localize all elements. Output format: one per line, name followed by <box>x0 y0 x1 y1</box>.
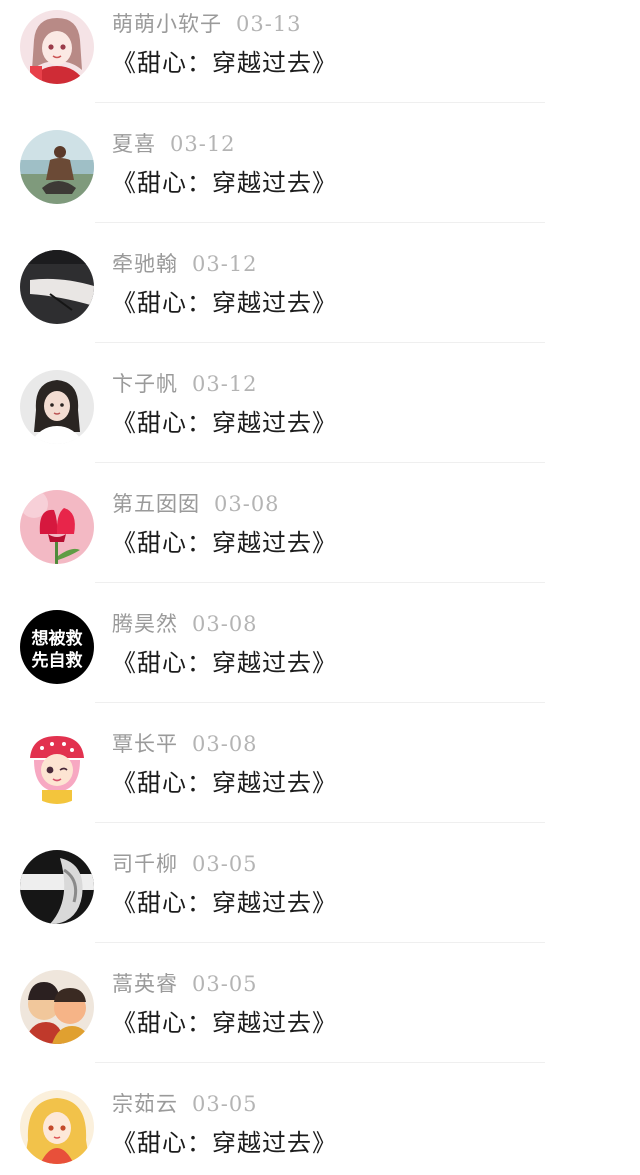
comment-meta: 腾昊然 03-08 <box>112 608 258 638</box>
user-name[interactable]: 覃长平 <box>112 732 178 756</box>
anime-girl-avatar-image <box>20 10 94 84</box>
list-item[interactable]: 覃长平 03-08 《甜心：穿越过去》 <box>0 720 640 840</box>
avatar[interactable] <box>20 10 94 84</box>
tulip-avatar-image <box>20 490 94 564</box>
book-title[interactable]: 《甜心：穿越过去》 <box>112 1003 337 1038</box>
comment-list: 萌萌小软子 03-13 《甜心：穿越过去》 夏喜 03-12 《甜心：穿越过去》 <box>0 0 640 1175</box>
avatar[interactable] <box>20 490 94 564</box>
list-item[interactable]: 第五囡囡 03-08 《甜心：穿越过去》 <box>0 480 640 600</box>
divider <box>95 222 545 223</box>
comment-date: 03-12 <box>192 372 258 396</box>
comment-date: 03-08 <box>192 612 258 636</box>
comment-meta: 司千柳 03-05 <box>112 848 258 878</box>
avatar-text-line-2: 先自救 <box>32 650 83 671</box>
book-title[interactable]: 《甜心：穿越过去》 <box>112 283 337 318</box>
text-avatar-image: 想被救 先自救 <box>20 610 94 684</box>
divider <box>95 942 545 943</box>
comment-date: 03-05 <box>192 972 258 996</box>
comment-meta: 第五囡囡 03-08 <box>112 488 280 518</box>
comment-date: 03-08 <box>214 492 280 516</box>
anime-blonde-avatar-image <box>20 1090 94 1164</box>
comment-meta: 蒿英睿 03-05 <box>112 968 258 998</box>
user-name[interactable]: 夏喜 <box>112 132 156 156</box>
comment-date: 03-08 <box>192 732 258 756</box>
list-item[interactable]: 蒿英睿 03-05 《甜心：穿越过去》 <box>0 960 640 1080</box>
divider <box>95 342 545 343</box>
avatar[interactable] <box>20 970 94 1044</box>
divider <box>95 1062 545 1063</box>
comment-meta: 牵驰翰 03-12 <box>112 248 258 278</box>
book-title[interactable]: 《甜心：穿越过去》 <box>112 763 337 798</box>
avatar[interactable] <box>20 250 94 324</box>
comment-meta: 卞子帆 03-12 <box>112 368 258 398</box>
comment-meta: 夏喜 03-12 <box>112 128 236 158</box>
user-name[interactable]: 司千柳 <box>112 852 178 876</box>
list-item[interactable]: 宗茹云 03-05 《甜心：穿越过去》 <box>0 1080 640 1175</box>
list-item[interactable]: 牵驰翰 03-12 《甜心：穿越过去》 <box>0 240 640 360</box>
avatar[interactable] <box>20 1090 94 1164</box>
user-name[interactable]: 卞子帆 <box>112 372 178 396</box>
cartoon-girl-avatar-image <box>20 730 94 804</box>
comment-date: 03-05 <box>192 1092 258 1116</box>
user-name[interactable]: 蒿英睿 <box>112 972 178 996</box>
list-item[interactable]: 司千柳 03-05 《甜心：穿越过去》 <box>0 840 640 960</box>
book-title[interactable]: 《甜心：穿越过去》 <box>112 1123 337 1158</box>
list-item[interactable]: 萌萌小软子 03-13 《甜心：穿越过去》 <box>0 0 640 120</box>
divider <box>95 582 545 583</box>
avatar[interactable] <box>20 370 94 444</box>
divider <box>95 102 545 103</box>
list-item[interactable]: 想被救 先自救 腾昊然 03-08 《甜心：穿越过去》 <box>0 600 640 720</box>
user-name[interactable]: 萌萌小软子 <box>112 12 222 36</box>
avatar[interactable] <box>20 850 94 924</box>
comment-meta: 宗茹云 03-05 <box>112 1088 258 1118</box>
divider <box>95 702 545 703</box>
list-item[interactable]: 卞子帆 03-12 《甜心：穿越过去》 <box>0 360 640 480</box>
user-name[interactable]: 腾昊然 <box>112 612 178 636</box>
avatar[interactable]: 想被救 先自救 <box>20 610 94 684</box>
avatar[interactable] <box>20 730 94 804</box>
beach-man-avatar-image <box>20 130 94 204</box>
comment-date: 03-13 <box>236 12 302 36</box>
comment-date: 03-05 <box>192 852 258 876</box>
user-name[interactable]: 牵驰翰 <box>112 252 178 276</box>
comment-date: 03-12 <box>170 132 236 156</box>
user-name[interactable]: 第五囡囡 <box>112 492 200 516</box>
arm-bw-avatar-image <box>20 250 94 324</box>
bw-face-avatar-image <box>20 850 94 924</box>
book-title[interactable]: 《甜心：穿越过去》 <box>112 523 337 558</box>
book-title[interactable]: 《甜心：穿越过去》 <box>112 643 337 678</box>
comment-meta: 萌萌小软子 03-13 <box>112 8 302 38</box>
list-item[interactable]: 夏喜 03-12 《甜心：穿越过去》 <box>0 120 640 240</box>
comment-date: 03-12 <box>192 252 258 276</box>
book-title[interactable]: 《甜心：穿越过去》 <box>112 43 337 78</box>
book-title[interactable]: 《甜心：穿越过去》 <box>112 163 337 198</box>
avatar-text-line-1: 想被救 <box>32 628 83 649</box>
divider <box>95 822 545 823</box>
doll-pair-avatar-image <box>20 970 94 1044</box>
book-title[interactable]: 《甜心：穿越过去》 <box>112 883 337 918</box>
avatar[interactable] <box>20 130 94 204</box>
book-title[interactable]: 《甜心：穿越过去》 <box>112 403 337 438</box>
user-name[interactable]: 宗茹云 <box>112 1092 178 1116</box>
girl-portrait-avatar-image <box>20 370 94 444</box>
divider <box>95 462 545 463</box>
comment-meta: 覃长平 03-08 <box>112 728 258 758</box>
